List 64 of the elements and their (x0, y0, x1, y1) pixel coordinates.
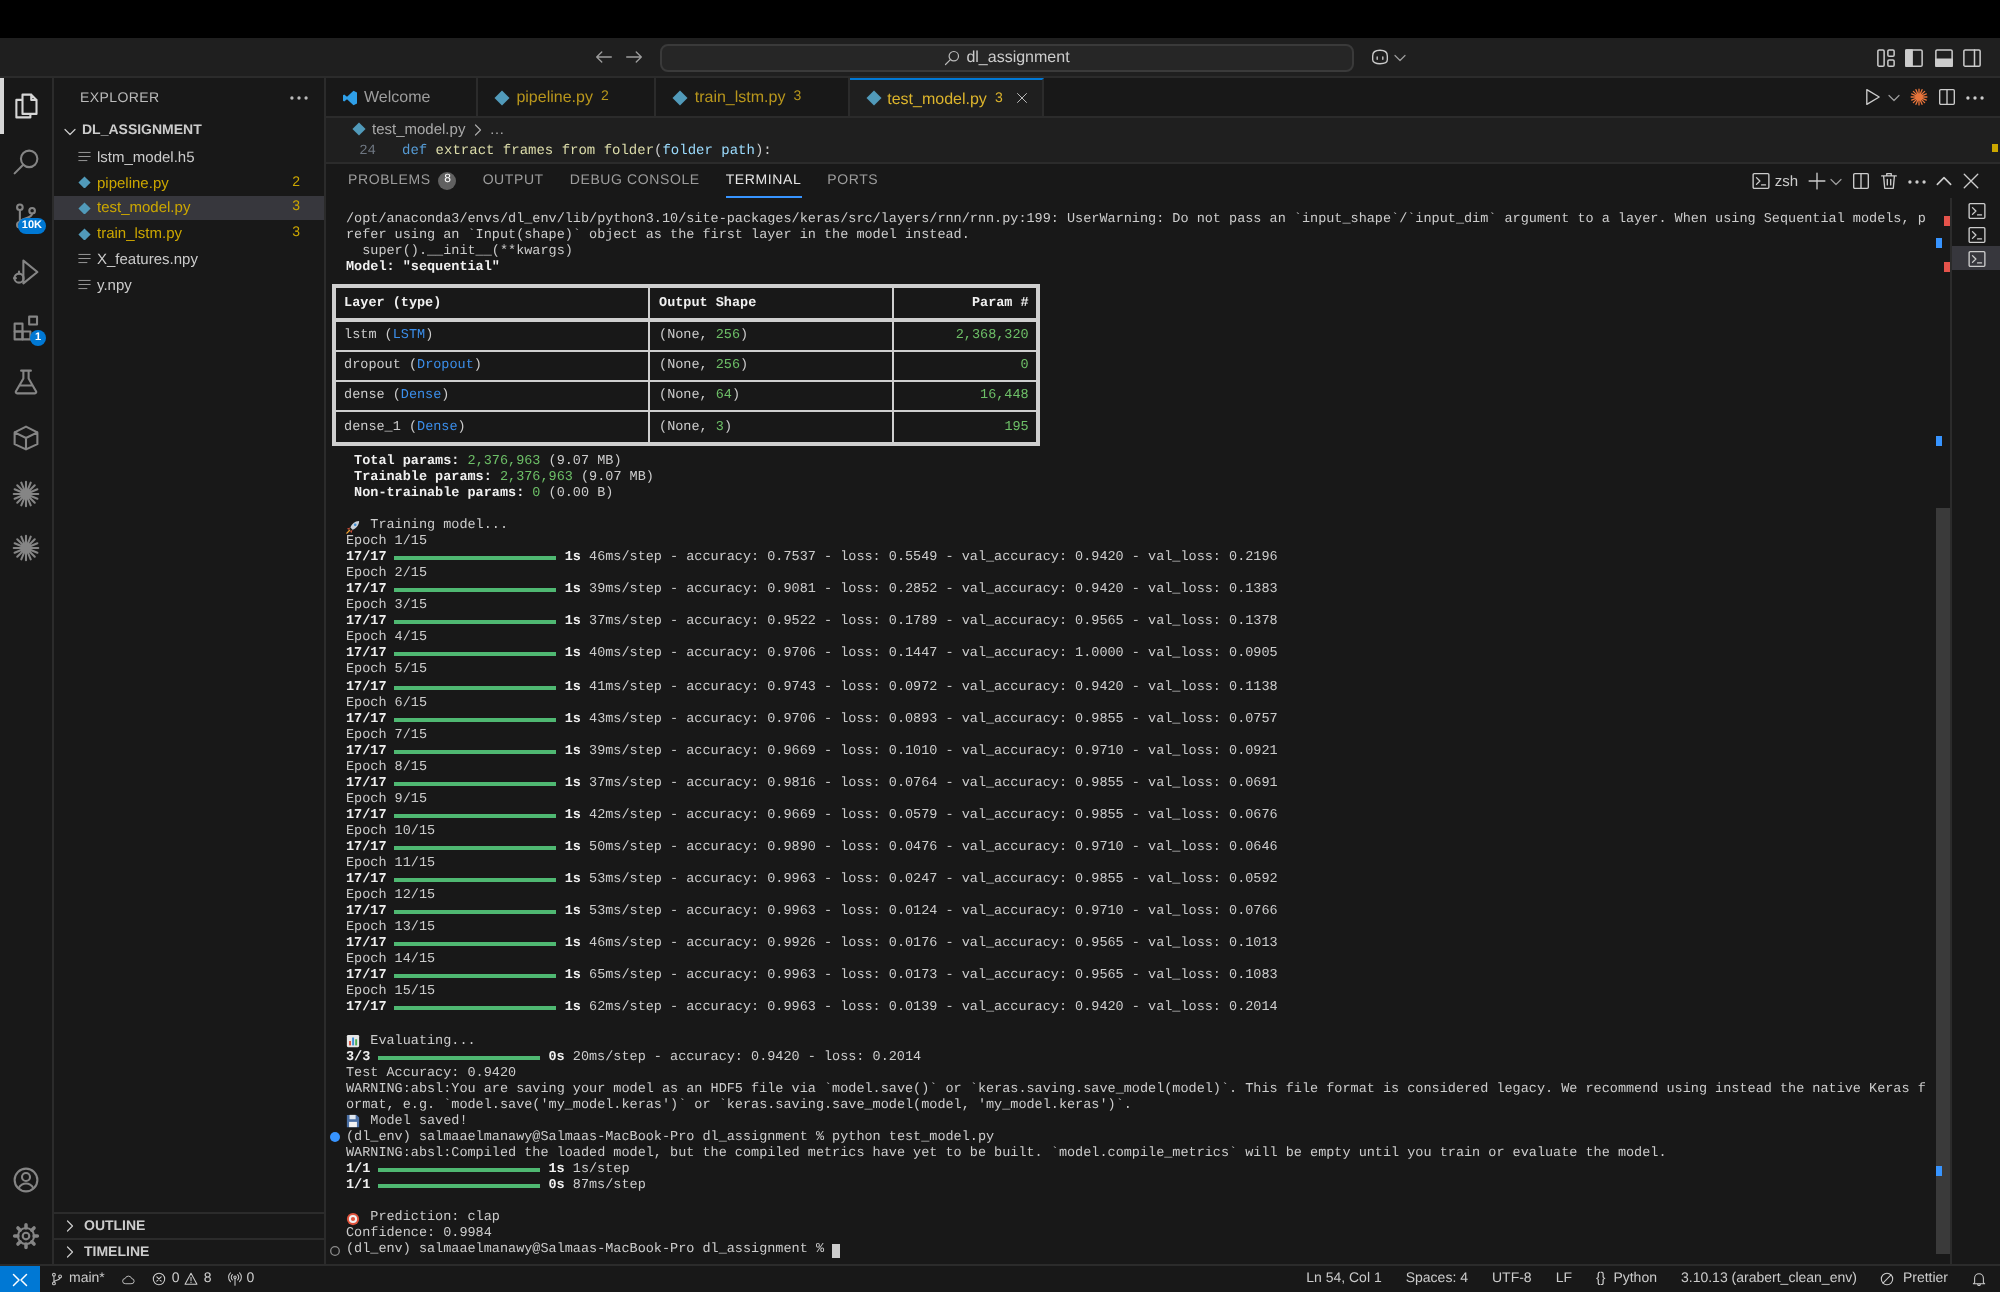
terminal-icon (1967, 225, 1985, 243)
chevron-right-icon (66, 1246, 74, 1258)
editor-tab[interactable]: Welcome (326, 78, 479, 116)
layout-options-icon[interactable] (1875, 47, 1895, 67)
forward-arrow-icon[interactable] (624, 48, 644, 66)
rocket-icon (346, 519, 360, 534)
spark-icon (12, 534, 40, 563)
target-icon (346, 1211, 360, 1226)
blocks-icon (12, 313, 40, 342)
settings-icon (12, 1222, 40, 1250)
text-lines-icon (78, 150, 91, 164)
remote-icon (12, 1271, 28, 1287)
split-editor-icon[interactable] (1938, 88, 1956, 106)
bar-chart-icon (346, 1034, 360, 1049)
search-icon (12, 147, 40, 176)
prohibited-icon (1880, 1272, 1895, 1286)
spark-icon[interactable] (1910, 88, 1928, 106)
play-bug-icon (12, 257, 40, 286)
close-icon[interactable] (1962, 172, 1980, 190)
chevron-down-icon (64, 127, 76, 135)
trash-icon[interactable] (1880, 172, 1898, 190)
run-icon[interactable] (1864, 88, 1882, 106)
file-type-icon (494, 89, 511, 105)
branch-icon (50, 1272, 64, 1286)
spark-icon (12, 479, 40, 508)
panel-toggle-icon[interactable] (1933, 47, 1953, 67)
command-status-icon[interactable] (330, 1132, 340, 1143)
chevron-right-icon (66, 1220, 74, 1232)
command-center-search[interactable]: dl_assignment (660, 43, 1354, 71)
chevron-right-icon (473, 123, 482, 135)
text-lines-icon (78, 252, 91, 266)
text-lines-icon (78, 278, 91, 292)
close-icon[interactable] (1016, 92, 1029, 104)
file-type-icon (865, 90, 882, 106)
back-arrow-icon[interactable] (594, 48, 614, 66)
account-icon (12, 1166, 40, 1194)
scrollbar-thumb[interactable] (1936, 508, 1950, 1254)
terminal-icon (1967, 201, 1985, 219)
caret-icon[interactable] (1830, 177, 1842, 185)
secondary-sidebar-toggle-icon[interactable] (1962, 47, 1982, 67)
flask-icon (12, 368, 40, 397)
cloud-sync-icon[interactable] (120, 1273, 137, 1285)
sidebar-toggle-icon[interactable] (1904, 47, 1924, 67)
search-icon (944, 49, 961, 65)
files-icon (12, 91, 40, 120)
caret-icon[interactable] (1394, 53, 1406, 61)
terminal-icon (1752, 172, 1771, 190)
warning-icon (184, 1272, 199, 1286)
remote-button[interactable] (0, 1266, 40, 1292)
bell-icon[interactable] (1972, 1272, 1986, 1286)
file-type-icon (672, 89, 689, 105)
error-icon (152, 1272, 167, 1286)
terminal-icon (1967, 249, 1985, 267)
command-status-icon[interactable] (330, 1245, 340, 1256)
terminal-list-item[interactable] (1952, 246, 2000, 270)
logo-icon (342, 89, 358, 105)
robot-icon[interactable] (1370, 48, 1390, 66)
split-terminal-icon[interactable] (1852, 172, 1870, 190)
broadcast-icon (227, 1272, 242, 1286)
file-type-icon (352, 122, 366, 136)
plus-icon[interactable] (1808, 172, 1826, 190)
cube-icon (12, 423, 40, 452)
caret-icon[interactable] (1888, 93, 1900, 101)
chevron-up-icon[interactable] (1936, 176, 1952, 186)
